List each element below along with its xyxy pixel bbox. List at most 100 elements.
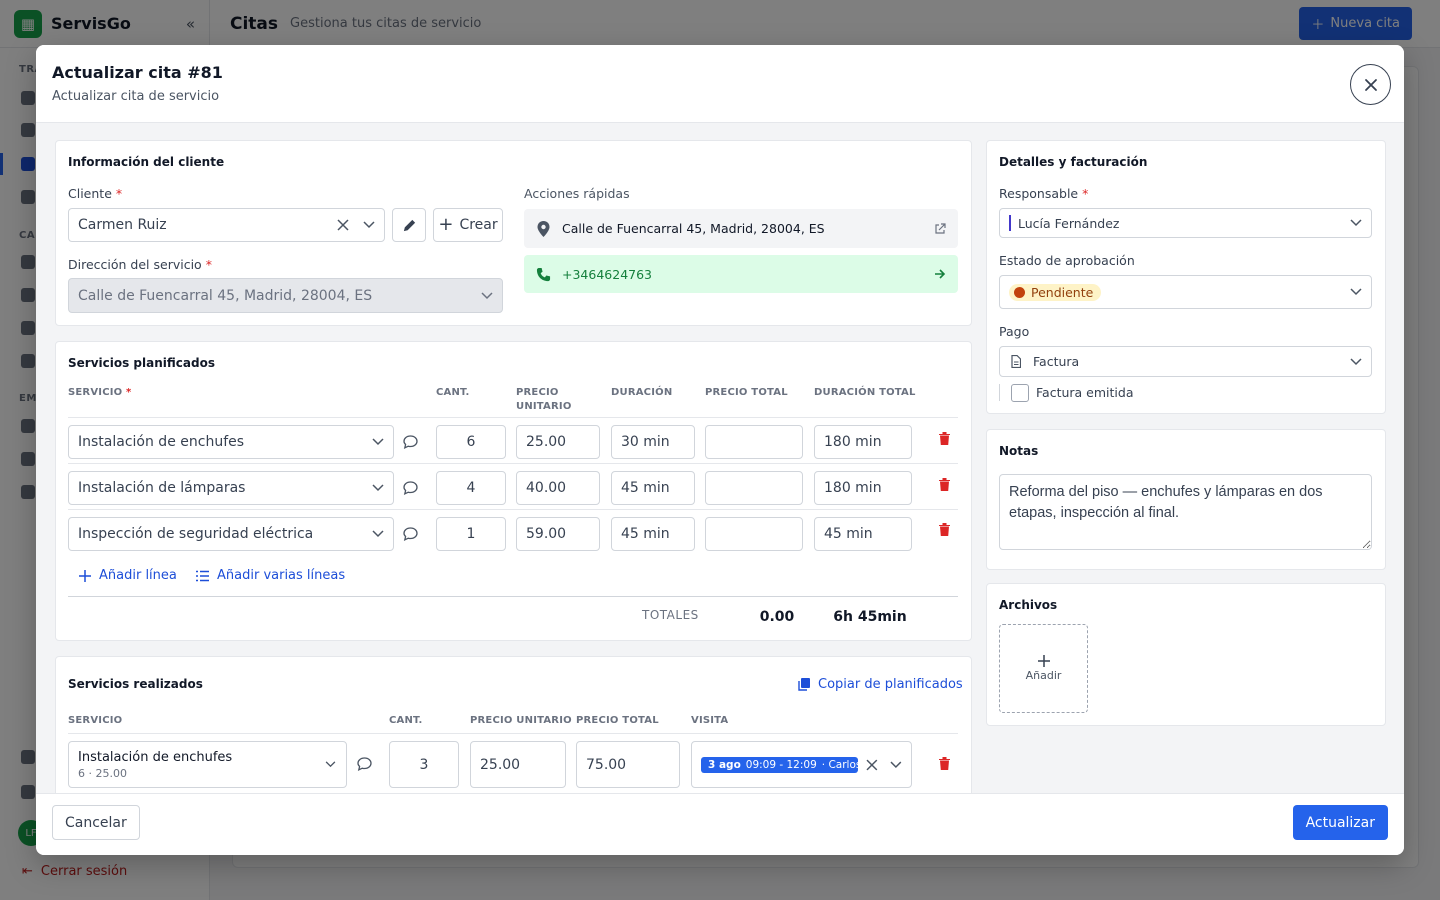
service-select[interactable]: Inspección de seguridad eléctrica [68,517,394,551]
responsible-select[interactable]: Lucía Fernández [999,208,1372,238]
visit-person: · Carlos G [821,758,859,771]
client-label: Cliente * [68,186,123,201]
payment-value: Factura [1033,354,1080,369]
qty-input[interactable]: 4 [436,471,506,505]
total-price-input[interactable] [705,471,803,505]
billing-title: Detalles y facturación [999,155,1148,169]
arrow-right-icon [935,269,946,279]
create-client-button[interactable]: + Crear [433,208,503,242]
copy-planned-button[interactable]: Copiar de planificados [798,677,963,692]
quick-phone-text: +3464624763 [562,266,653,282]
col-qty: CANT. [436,387,470,398]
comment-icon[interactable] [403,527,418,541]
notes-title: Notas [999,444,1039,458]
total-duration-input[interactable]: 180 min [814,425,912,459]
totals-divider [68,596,958,597]
clear-icon[interactable] [866,759,878,771]
close-button[interactable] [1350,64,1391,105]
service-select[interactable]: Instalación de enchufes [68,425,394,459]
done-services-title: Servicios realizados [68,677,203,691]
plus-icon [1037,655,1050,667]
chevron-down-icon [372,438,384,446]
payment-select[interactable]: Factura [999,346,1372,377]
responsible-label: Responsable * [999,186,1089,201]
visit-select[interactable]: 3 ago 09:09 - 12:09 · Carlos G [691,741,912,788]
clear-icon[interactable] [337,219,349,231]
total-price-input[interactable]: 75.00 [576,741,680,788]
create-client-label: Crear [459,217,498,233]
address-select[interactable]: Calle de Fuencarral 45, Madrid, 28004, E… [68,278,503,313]
status-badge: Pendiente [1009,283,1102,301]
quick-actions-label: Acciones rápidas [524,186,630,201]
quick-phone-button[interactable]: +3464624763 [524,255,958,293]
approval-select[interactable]: Pendiente [999,275,1372,309]
quick-address-text: Calle de Fuencarral 45, Madrid, 28004, E… [562,221,825,236]
total-price-input[interactable] [705,517,803,551]
map-pin-icon [537,220,550,237]
service-select[interactable]: Instalación de lámparas [68,471,394,505]
add-line-button[interactable]: Añadir línea [79,568,177,583]
pencil-icon [403,219,415,231]
unit-price-input[interactable]: 25.00 [470,741,566,788]
trash-icon[interactable] [939,523,950,536]
add-line-label: Añadir línea [99,568,177,583]
modal-header: Actualizar cita #81 Actualizar cita de s… [36,45,1404,123]
invoice-issued-label: Factura emitida [1036,385,1134,400]
add-file-button[interactable]: Añadir [999,624,1088,713]
comment-icon[interactable] [403,435,418,449]
totals-label: TOTALES [642,608,699,622]
address-label: Dirección del servicio * [68,257,212,272]
unit-price-input[interactable]: 40.00 [516,471,600,505]
comment-icon[interactable] [403,481,418,495]
plus-icon: + [438,214,454,235]
update-button[interactable]: Actualizar [1292,805,1388,840]
trash-icon[interactable] [939,757,950,770]
notes-panel: Notas [986,429,1386,570]
chevron-down-icon [1350,219,1362,227]
client-panel: Información del cliente Cliente * Carmen… [55,140,972,326]
add-multiple-lines-button[interactable]: Añadir varias líneas [196,568,345,583]
planned-services-title: Servicios planificados [68,356,215,370]
trash-icon[interactable] [939,432,950,445]
files-title: Archivos [999,598,1058,612]
total-duration-input[interactable]: 45 min [814,517,912,551]
service-select[interactable]: Instalación de enchufes 6 · 25.00 [68,741,347,788]
clock-icon [1014,286,1025,298]
quick-address-button[interactable]: Calle de Fuencarral 45, Madrid, 28004, E… [524,209,958,248]
total-price-input[interactable] [705,425,803,459]
cancel-button[interactable]: Cancelar [52,805,140,840]
unit-price-input[interactable]: 25.00 [516,425,600,459]
color-marker [1009,215,1011,231]
qty-input[interactable]: 6 [436,425,506,459]
chevron-down-icon [481,291,493,299]
update-appointment-modal: Actualizar cita #81 Actualizar cita de s… [36,45,1404,855]
phone-icon [536,267,551,281]
row-divider [68,509,958,510]
comment-icon[interactable] [357,757,372,771]
service-value: Instalación de enchufes [78,434,245,450]
qty-input[interactable]: 1 [436,517,506,551]
chevron-down-icon [325,761,336,768]
approval-label: Estado de aprobación [999,253,1135,268]
add-file-label: Añadir [1025,669,1062,682]
duration-input[interactable]: 30 min [611,425,695,459]
document-icon [1011,355,1021,368]
copy-planned-label: Copiar de planificados [818,677,963,692]
totals-duration: 6h 45min [833,609,907,625]
total-duration-input[interactable]: 180 min [814,471,912,505]
close-icon [1364,78,1377,91]
duration-input[interactable]: 45 min [611,471,695,505]
done-services-panel: Servicios realizados Copiar de planifica… [55,656,972,793]
trash-icon[interactable] [939,478,950,491]
copy-icon [798,678,810,691]
duration-input[interactable]: 45 min [611,517,695,551]
visit-chip: 3 ago 09:09 - 12:09 · Carlos G [701,756,859,773]
visit-date: 3 ago [708,758,741,771]
notes-textarea[interactable] [999,474,1372,550]
qty-input[interactable]: 3 [389,741,459,788]
client-select[interactable]: Carmen Ruiz [68,208,385,242]
visit-time: 09:09 - 12:09 [745,758,817,771]
edit-client-button[interactable] [392,208,426,242]
unit-price-input[interactable]: 59.00 [516,517,600,551]
invoice-issued-checkbox[interactable] [1011,384,1029,402]
